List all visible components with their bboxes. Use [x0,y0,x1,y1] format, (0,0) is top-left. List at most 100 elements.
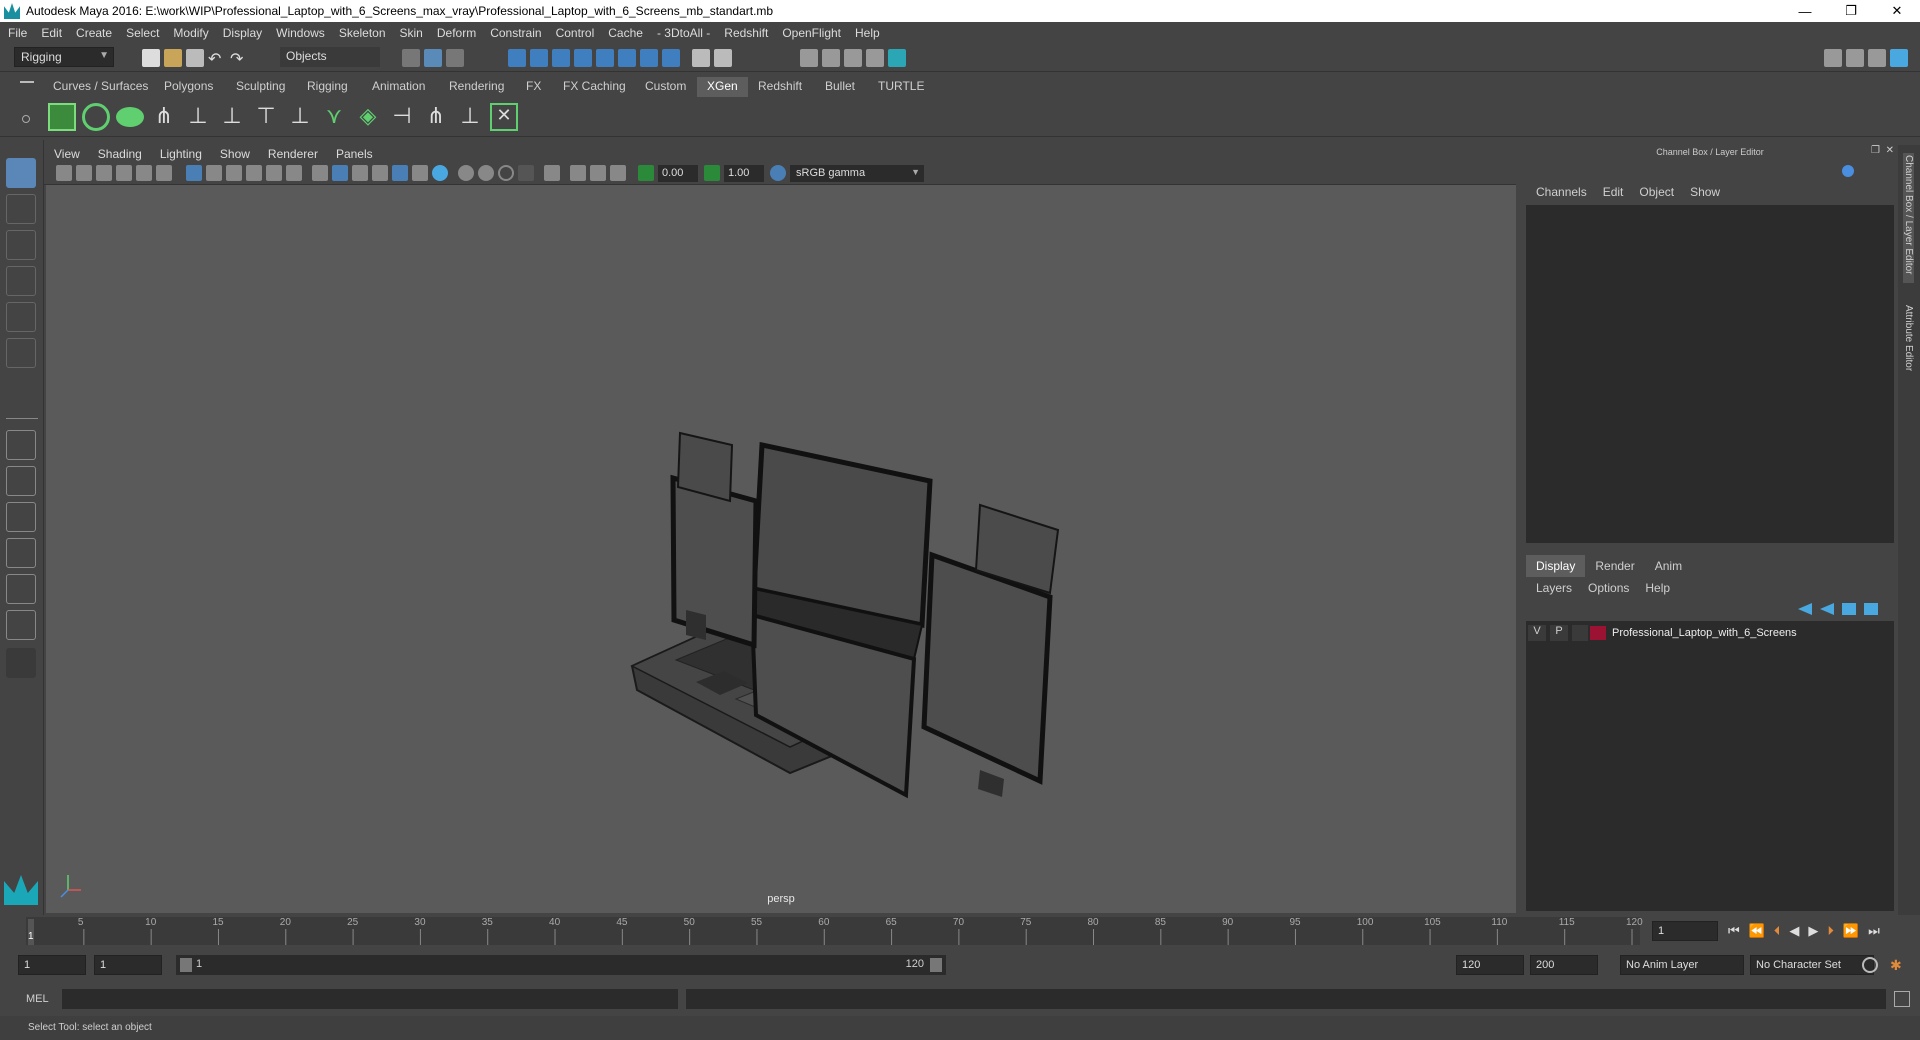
outliner-toggle-icon[interactable] [1846,49,1864,67]
range-end-handle[interactable] [930,958,942,972]
xgen-description-icon[interactable] [116,107,144,127]
persp-hypershade-icon[interactable] [6,574,36,604]
animation-end-field[interactable]: 200 [1530,955,1598,975]
tab-xgen[interactable]: XGen [697,77,748,97]
snap-point-icon[interactable] [552,49,570,67]
xgen-editor-icon[interactable] [48,103,76,131]
viewport-menu-renderer[interactable]: Renderer [268,147,318,161]
render-current-icon[interactable] [822,49,840,67]
menu-skeleton[interactable]: Skeleton [339,26,386,40]
tab-rigging[interactable]: Rigging [297,77,358,97]
tab-animation[interactable]: Animation [362,77,435,97]
xgen-lock-icon[interactable]: ⊥ [286,103,314,131]
film-gate-icon[interactable] [206,165,222,181]
tab-curves-surfaces[interactable]: Curves / Surfaces [43,77,158,97]
command-input[interactable] [62,989,678,1009]
script-editor-icon[interactable] [1894,991,1910,1007]
move-layer-up-icon[interactable] [1798,603,1812,615]
tab-rendering[interactable]: Rendering [439,77,514,97]
layer-visibility-toggle[interactable]: V [1528,625,1546,641]
four-view-icon[interactable] [6,466,36,496]
2d-pan-zoom-icon[interactable] [136,165,152,181]
safe-action-icon[interactable] [286,165,302,181]
close-button[interactable]: ✕ [1874,0,1920,22]
current-frame-field[interactable]: 1 [1652,921,1718,941]
play-forward-icon[interactable]: ▶ [1808,923,1818,939]
restore-button[interactable]: ❐ [1828,0,1874,22]
select-component-icon[interactable] [446,49,464,67]
channelbox-axis-icon[interactable] [1842,165,1854,177]
tab-fx-caching[interactable]: FX Caching [553,77,636,97]
menu-skin[interactable]: Skin [400,26,423,40]
gamma-field[interactable]: 1.00 [724,165,764,182]
snap-grid-icon[interactable] [508,49,526,67]
menu-3dtoall[interactable]: - 3DtoAll - [657,26,710,40]
lasso-tool-icon[interactable] [6,194,36,224]
tab-redshift[interactable]: Redshift [748,77,812,97]
tab-render[interactable]: Render [1585,555,1644,577]
colorspace-dropdown[interactable]: sRGB gamma ▼ [790,165,924,182]
tab-display[interactable]: Display [1526,555,1586,577]
channelbox-menu-object[interactable]: Object [1639,185,1674,199]
viewport-menu-panels[interactable]: Panels [336,147,373,161]
isolate-select-icon[interactable] [544,165,560,181]
resolution-gate-icon[interactable] [226,165,242,181]
move-layer-down-icon[interactable] [1820,603,1834,615]
ipr-render-icon[interactable] [844,49,862,67]
persp-outliner-icon[interactable] [6,502,36,532]
time-ruler[interactable]: 1 5 10 15 20 25 30 35 40 45 50 55 60 65 … [26,917,1643,945]
xgen-layers-icon[interactable]: ◈ [354,103,382,131]
viewport-menu-show[interactable]: Show [220,147,250,161]
image-plane-icon[interactable] [116,165,132,181]
tab-sculpting[interactable]: Sculpting [226,77,295,97]
layer-menu-layers[interactable]: Layers [1536,581,1572,595]
menu-constrain[interactable]: Constrain [490,26,541,40]
lights-icon[interactable] [412,165,428,181]
layer-row[interactable]: V P Professional_Laptop_with_6_Screens [1528,623,1892,643]
xgen-grass-icon[interactable]: ⋎ [320,103,348,131]
hypershade-icon[interactable] [888,49,906,67]
menu-edit[interactable]: Edit [41,26,62,40]
channelbox-menu-show[interactable]: Show [1690,185,1720,199]
close-panel-icon[interactable]: ✕ [1886,145,1894,156]
field-chart-icon[interactable] [266,165,282,181]
menu-deform[interactable]: Deform [437,26,476,40]
xgen-add-guide-icon[interactable]: ⊥ [184,103,212,131]
gate-mask-icon[interactable] [246,165,262,181]
layer-menu-help[interactable]: Help [1645,581,1670,595]
rotate-tool-icon[interactable] [6,302,36,332]
depth-of-field-icon[interactable] [518,165,534,181]
tab-fx[interactable]: FX [516,77,551,97]
exposure-field[interactable]: 0.00 [658,165,698,182]
undo-icon[interactable]: ↶ [208,49,226,68]
new-layer-selected-icon[interactable] [1864,603,1878,615]
snap-surface-icon[interactable] [574,49,592,67]
open-scene-icon[interactable] [164,49,182,67]
viewport-menu-view[interactable]: View [54,147,80,161]
layer-menu-options[interactable]: Options [1588,581,1629,595]
minimize-button[interactable]: — [1782,0,1828,22]
render-settings-icon[interactable] [866,49,884,67]
lock-icon[interactable] [692,49,710,67]
character-set-dropdown[interactable]: No Character Set [1750,955,1874,975]
go-to-end-icon[interactable]: ⏭ [1868,923,1880,939]
redo-icon[interactable]: ↷ [230,49,248,68]
workspace-icon[interactable] [1824,49,1842,67]
xgen-selected-icon[interactable]: ✕ [490,103,518,131]
animation-prefs-icon[interactable]: ✱ [1890,957,1906,973]
menu-select[interactable]: Select [126,26,159,40]
menu-openflight[interactable]: OpenFlight [782,26,841,40]
side-tab-attribute-editor[interactable]: Attribute Editor [1903,305,1914,371]
render-view-icon[interactable] [800,49,818,67]
viewport-persp[interactable]: persp [46,185,1516,913]
save-scene-icon[interactable] [186,49,204,67]
color-management-icon[interactable] [770,165,786,181]
history-icon[interactable] [640,49,658,67]
make-live-icon[interactable] [618,49,636,67]
animation-start-field[interactable]: 1 [18,955,86,975]
ambient-occlusion-icon[interactable] [458,165,474,181]
select-hierarchy-icon[interactable] [402,49,420,67]
step-back-key-icon[interactable]: ⏴ [1774,923,1781,939]
layer-type-toggle[interactable] [1572,625,1588,641]
step-back-icon[interactable]: ⏪ [1749,923,1765,939]
